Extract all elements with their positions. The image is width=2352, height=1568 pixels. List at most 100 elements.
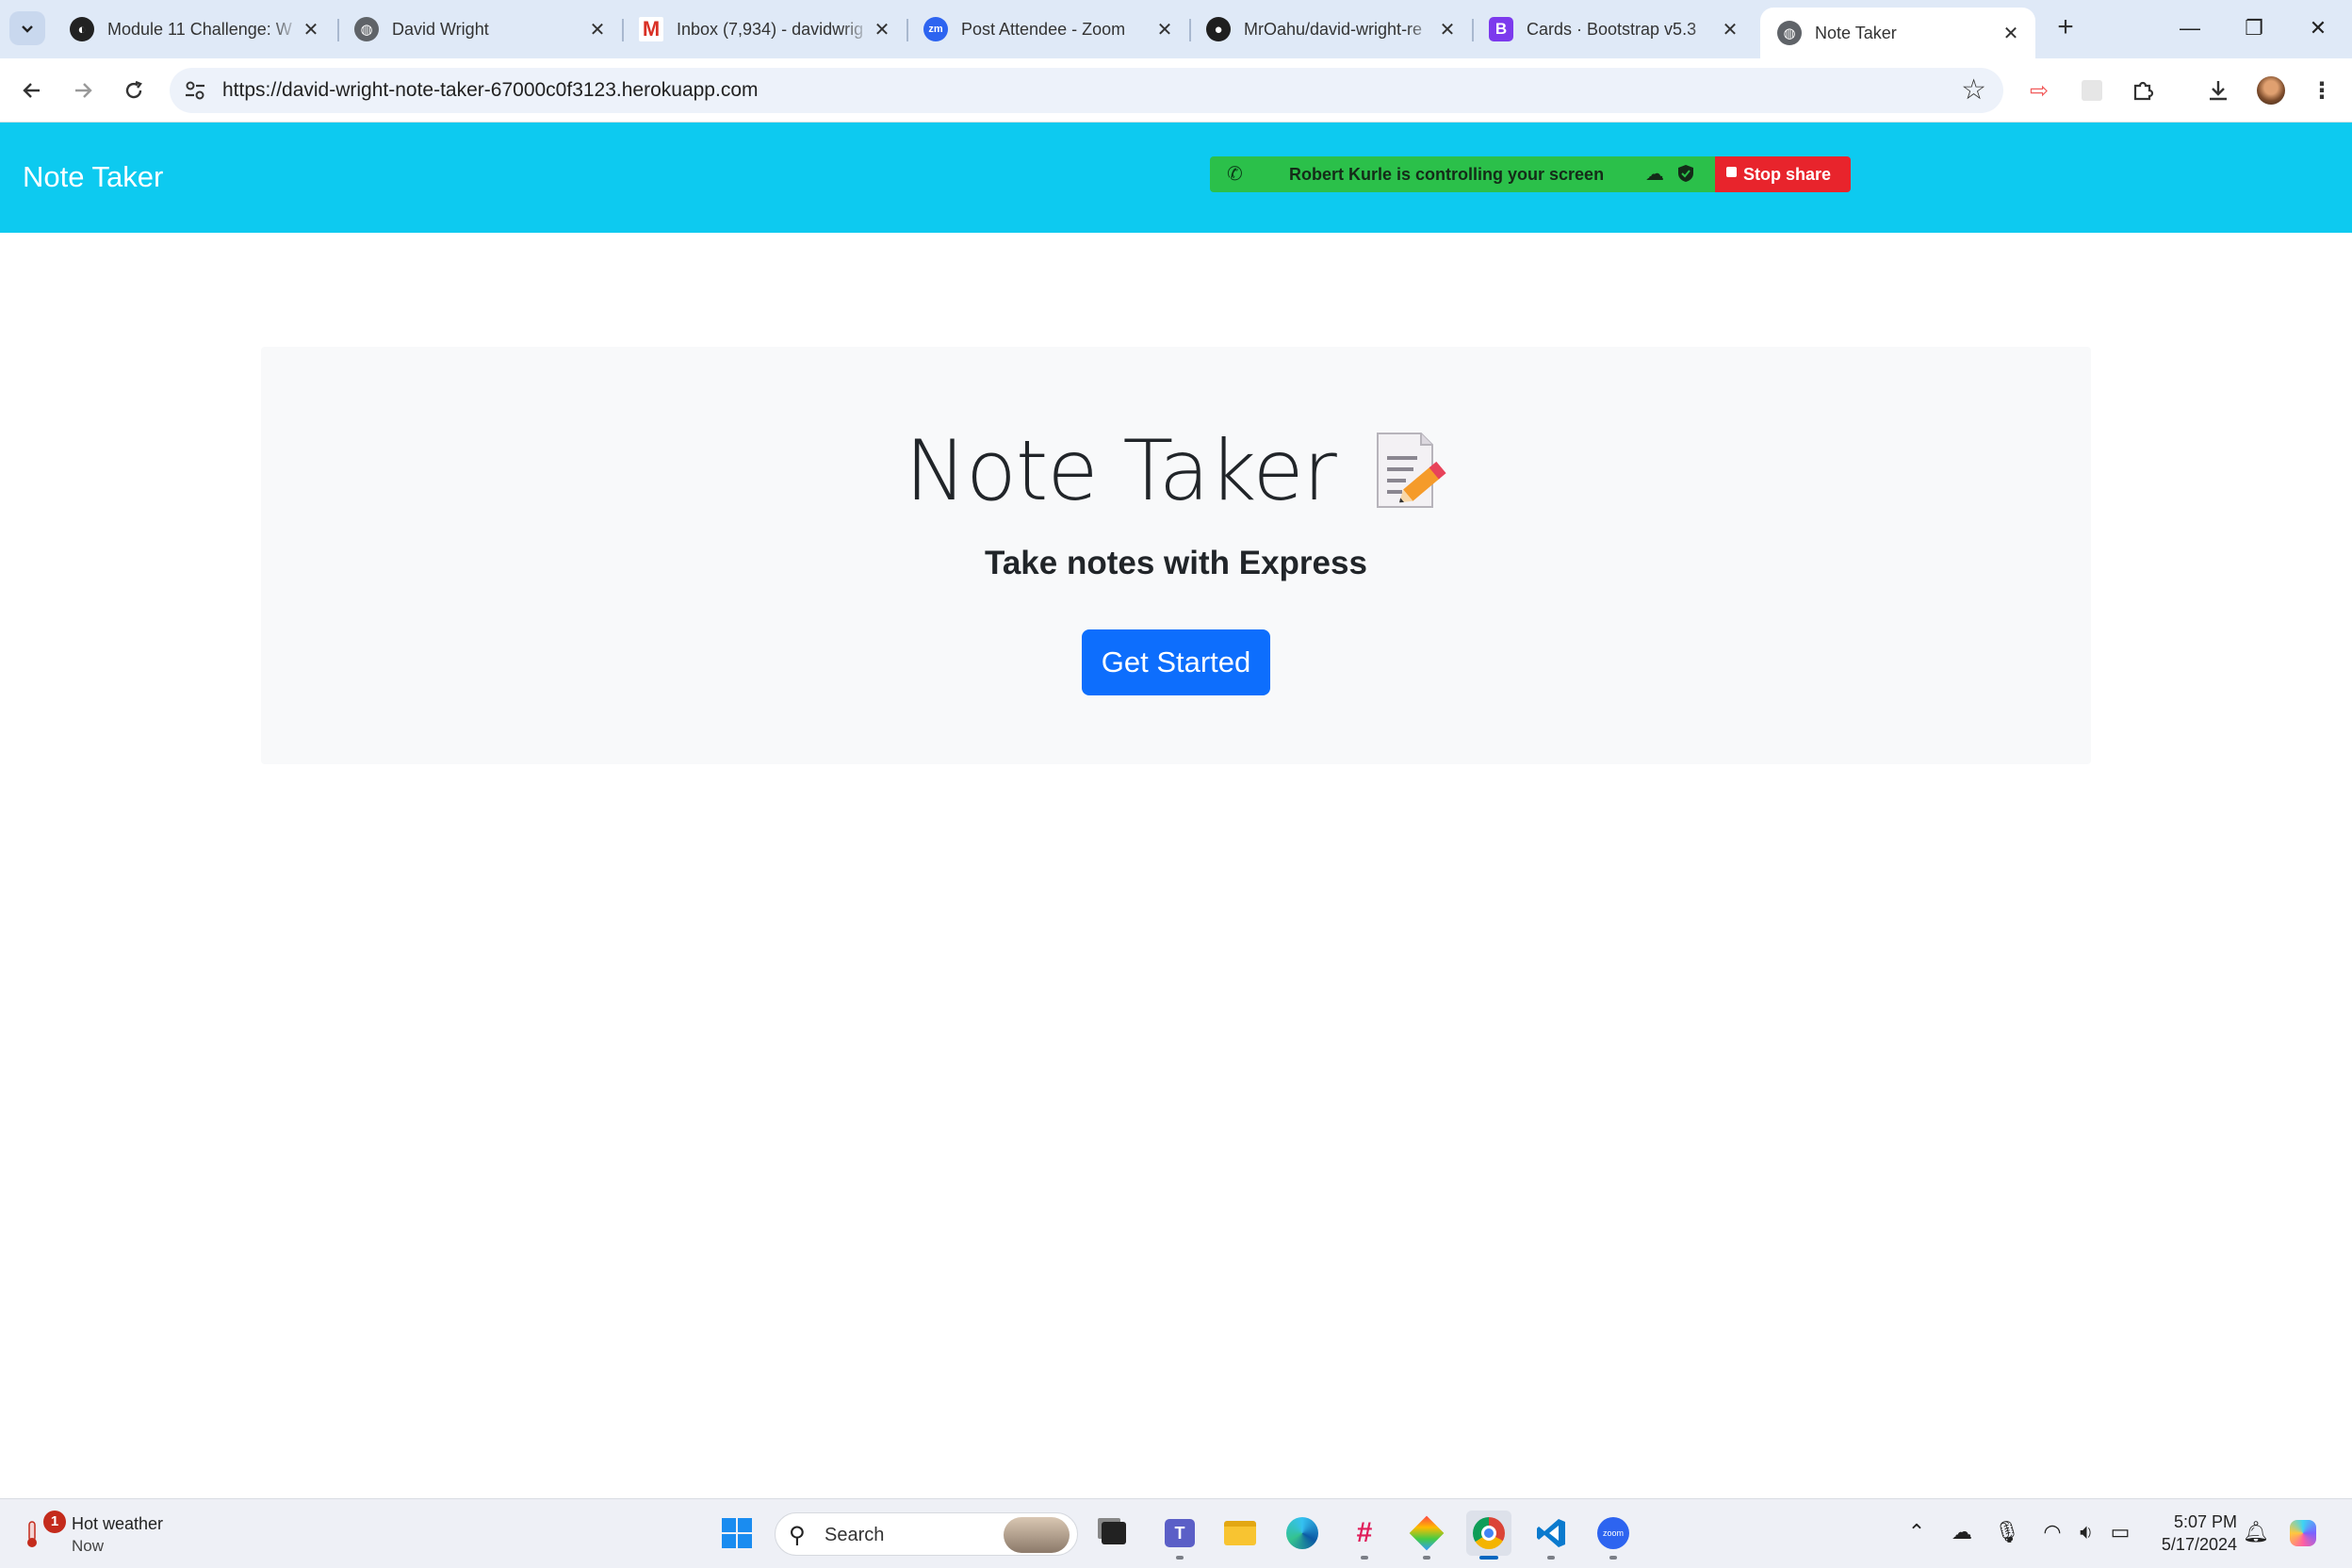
extension-placeholder-icon[interactable]: [2075, 74, 2109, 107]
bootstrap-icon: B: [1489, 17, 1513, 41]
search-highlight-image: [1004, 1517, 1070, 1553]
browser-toolbar: https://david-wright-note-taker-67000c0f…: [0, 58, 2352, 122]
task-view-button[interactable]: [1091, 1511, 1136, 1556]
tab-bootstrap[interactable]: B Cards · Bootstrap v5.3 ✕: [1472, 8, 1755, 51]
close-icon[interactable]: ✕: [586, 18, 609, 41]
chrome-icon: [1473, 1517, 1505, 1549]
cloud-icon: ☁: [1645, 164, 1664, 185]
screen-share-icon[interactable]: ⇨: [2022, 74, 2056, 107]
hero-jumbotron: Note Taker Take notes with Express Get S…: [261, 347, 2091, 764]
pinned-app-diamond[interactable]: [1404, 1511, 1449, 1560]
edge-app[interactable]: [1280, 1511, 1325, 1556]
folder-icon: [1224, 1521, 1256, 1545]
globe-icon: ◍: [1777, 21, 1802, 45]
copilot-icon[interactable]: [2290, 1520, 2320, 1546]
arrow-right-icon: [75, 83, 92, 98]
weather-alert-badge: 1: [43, 1511, 66, 1533]
windows-logo-icon: [722, 1518, 752, 1548]
tab-inbox[interactable]: M Inbox (7,934) - davidwrig ✕: [622, 8, 906, 51]
url-text[interactable]: https://david-wright-note-taker-67000c0f…: [222, 79, 759, 102]
forward-button[interactable]: [64, 72, 102, 109]
extensions-puzzle-icon[interactable]: [2126, 74, 2160, 107]
tab-search-button[interactable]: [9, 11, 45, 45]
thermometer-icon: [27, 1521, 37, 1547]
tab-david-wright[interactable]: ◍ David Wright ✕: [337, 8, 622, 51]
get-started-button[interactable]: Get Started: [1082, 629, 1270, 695]
profile-avatar[interactable]: [2254, 74, 2288, 107]
back-button[interactable]: [13, 72, 51, 109]
bookmark-star-icon[interactable]: ☆: [1961, 74, 1986, 106]
tab-zoom[interactable]: zm Post Attendee - Zoom ✕: [906, 8, 1189, 51]
screen-control-banner: ✆ Robert Kurle is controlling your scree…: [1210, 156, 1851, 192]
edx-icon: ◐: [70, 17, 94, 41]
github-icon: ●: [1206, 17, 1231, 41]
kebab-menu-icon[interactable]: ⋮: [2305, 74, 2339, 107]
close-icon[interactable]: ✕: [1719, 18, 1741, 41]
shield-check-icon: [1678, 165, 1693, 182]
restore-button[interactable]: ❐: [2235, 11, 2273, 45]
arrow-left-icon: [23, 83, 40, 98]
chrome-app[interactable]: [1466, 1511, 1511, 1560]
address-bar[interactable]: https://david-wright-note-taker-67000c0f…: [170, 68, 2003, 113]
memo-pencil-icon: [1376, 433, 1446, 508]
close-window-button[interactable]: ✕: [2299, 11, 2337, 45]
tab-note-taker[interactable]: ◍ Note Taker ✕: [1760, 8, 2035, 58]
wifi-icon[interactable]: ◠: [2037, 1520, 2067, 1544]
onedrive-icon[interactable]: ☁: [1947, 1520, 1977, 1544]
close-icon[interactable]: ✕: [1436, 18, 1459, 41]
search-icon: ⚲: [789, 1523, 806, 1548]
system-clock[interactable]: 5:07 PM 5/17/2024: [2139, 1511, 2237, 1556]
weather-time: Now: [72, 1537, 105, 1555]
teams-app[interactable]: T: [1157, 1511, 1202, 1560]
screen-control-status: ✆ Robert Kurle is controlling your scree…: [1210, 156, 1715, 192]
weather-title: Hot weather: [72, 1514, 164, 1533]
microphone-icon[interactable]: 🎙︎: [1992, 1520, 2022, 1544]
navbar-brand[interactable]: Note Taker: [23, 160, 163, 194]
close-icon[interactable]: ✕: [1153, 18, 1176, 41]
hero-subtitle: Take notes with Express: [985, 545, 1367, 581]
chevron-up-icon[interactable]: ⌃: [1902, 1520, 1932, 1544]
edge-icon: [1286, 1517, 1318, 1549]
battery-icon[interactable]: ▭: [2105, 1520, 2135, 1544]
clock-date: 5/17/2024: [2161, 1535, 2237, 1554]
task-view-icon: [1102, 1522, 1126, 1544]
phone-icon: ✆: [1227, 164, 1243, 185]
new-tab-button[interactable]: +: [2049, 11, 2082, 45]
app-navbar: Note Taker ✆ Robert Kurle is controlling…: [0, 122, 2352, 233]
notifications-bell-icon[interactable]: 🔔︎: [2241, 1520, 2271, 1544]
reload-icon: [125, 80, 142, 99]
close-icon[interactable]: ✕: [871, 18, 893, 41]
tab-github[interactable]: ● MrOahu/david-wright-re ✕: [1189, 8, 1472, 51]
volume-icon[interactable]: 🔉︎: [2071, 1520, 2101, 1544]
downloads-icon[interactable]: [2201, 74, 2235, 107]
screen-control-message: Robert Kurle is controlling your screen: [1289, 165, 1605, 184]
vscode-app[interactable]: [1528, 1511, 1574, 1560]
taskbar-search[interactable]: ⚲ Search: [775, 1512, 1078, 1556]
gmail-icon: M: [639, 17, 663, 41]
globe-icon: ◍: [354, 17, 379, 41]
zoom-icon: zm: [923, 17, 948, 41]
site-settings-icon[interactable]: [183, 78, 207, 103]
minimize-button[interactable]: —: [2171, 11, 2209, 45]
close-icon[interactable]: ✕: [300, 18, 322, 41]
slack-app[interactable]: #: [1342, 1511, 1387, 1560]
stop-square-icon: [1726, 167, 1737, 177]
diamond-app-icon: [1409, 1515, 1445, 1551]
reload-button[interactable]: [115, 72, 153, 109]
chevron-down-icon: [22, 25, 33, 33]
slack-icon: #: [1356, 1517, 1373, 1548]
vscode-icon: [1537, 1519, 1565, 1547]
clock-time: 5:07 PM: [2173, 1512, 2237, 1531]
zoom-icon: zoom: [1597, 1517, 1629, 1549]
zoom-app[interactable]: zoom: [1591, 1511, 1636, 1560]
start-button[interactable]: [714, 1511, 760, 1556]
stop-share-button[interactable]: Stop share: [1715, 156, 1851, 192]
hero-title: Note Taker: [261, 422, 2091, 519]
close-icon[interactable]: ✕: [2000, 22, 2022, 45]
file-explorer-app[interactable]: [1217, 1511, 1263, 1556]
weather-widget[interactable]: 1 Hot weather Now: [23, 1511, 192, 1560]
windows-taskbar: 1 Hot weather Now ⚲ Search T # zoom ⌃ ☁ …: [0, 1498, 2352, 1568]
tab-module-11[interactable]: ◐ Module 11 Challenge: W ✕: [53, 8, 335, 51]
teams-icon: T: [1165, 1519, 1195, 1547]
browser-tab-strip: ◐ Module 11 Challenge: W ✕ ◍ David Wrigh…: [0, 0, 2352, 58]
